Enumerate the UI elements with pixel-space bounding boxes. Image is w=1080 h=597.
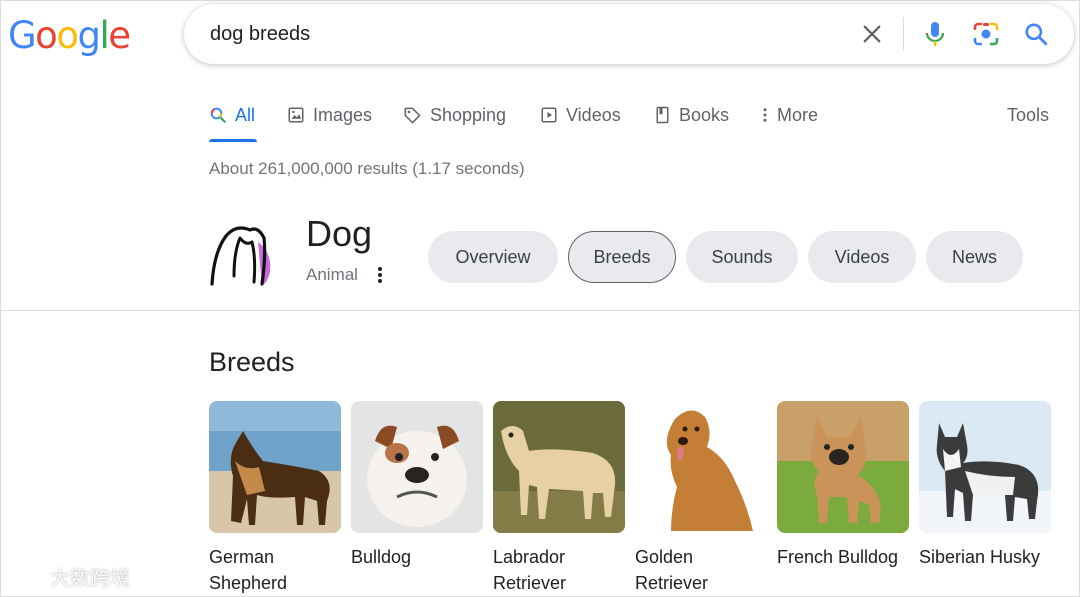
tab-more[interactable]: More <box>761 100 818 130</box>
german-shepherd-image <box>209 401 341 533</box>
breed-card-siberian-husky[interactable]: Siberian Husky <box>919 401 1051 570</box>
watermark-logo-icon <box>9 566 48 587</box>
chip-news[interactable]: News <box>926 231 1023 283</box>
chip-breeds[interactable]: Breeds <box>568 231 676 283</box>
tab-videos[interactable]: Videos <box>540 100 621 130</box>
chip-overview[interactable]: Overview <box>428 231 558 283</box>
breed-card-labrador-retriever[interactable]: Labrador Retriever <box>493 401 625 596</box>
logo-letter: l <box>99 14 109 57</box>
watermark: 大数跨境 <box>8 562 130 591</box>
search-icon[interactable] <box>1022 20 1050 48</box>
breed-name-line1: Golden <box>635 547 694 567</box>
tools-button[interactable]: Tools <box>1007 100 1049 130</box>
tab-label: Images <box>313 104 373 125</box>
logo-letter: o <box>56 14 79 57</box>
camera-icon[interactable] <box>972 20 1000 48</box>
tab-images[interactable]: Images <box>287 100 372 130</box>
french-bulldog-image <box>777 401 909 533</box>
breed-card-german-shepherd[interactable]: German Shepherd <box>209 401 341 596</box>
search-input[interactable]: dog breeds <box>210 23 310 46</box>
breed-name-line2: Shepherd <box>209 573 288 593</box>
dog-sketch-icon[interactable] <box>206 222 276 288</box>
search-tabs: All Images Shopping Videos Books More To… <box>209 100 1069 144</box>
breed-name-line1: Siberian Husky <box>919 547 1041 567</box>
more-options-icon[interactable] <box>372 263 388 287</box>
image-icon <box>288 107 304 123</box>
breed-card-french-bulldog[interactable]: French Bulldog <box>777 401 909 570</box>
breed-name-line1: German <box>209 547 275 567</box>
breeds-heading: Breeds <box>209 347 295 377</box>
breed-card-bulldog[interactable]: Bulldog <box>351 401 483 570</box>
play-icon <box>541 107 557 123</box>
siberian-husky-image <box>919 401 1051 533</box>
breed-name: Golden Retriever <box>635 544 767 596</box>
tab-books[interactable]: Books <box>654 100 729 130</box>
more-vert-icon <box>763 108 767 122</box>
breed-name-line1: French Bulldog <box>777 547 899 567</box>
breed-name: Labrador Retriever <box>493 544 625 596</box>
tab-label: Videos <box>566 104 621 125</box>
breed-name-line1: Bulldog <box>351 547 412 567</box>
active-tab-indicator <box>209 139 257 142</box>
breed-card-golden-retriever[interactable]: Golden Retriever <box>635 401 767 596</box>
logo-letter: o <box>35 14 58 57</box>
book-icon <box>656 106 669 124</box>
breed-name-line2: Retriever <box>635 573 709 593</box>
labrador-image <box>493 401 625 533</box>
logo-letter: G <box>8 14 37 57</box>
tab-all[interactable]: All <box>209 100 255 130</box>
section-divider <box>0 310 1080 311</box>
close-icon[interactable] <box>858 20 886 48</box>
breed-name-line2: Retriever <box>493 573 567 593</box>
search-icon <box>210 107 226 123</box>
search-divider <box>903 17 904 51</box>
breed-name-line1: Labrador <box>493 547 566 567</box>
tab-label: More <box>777 104 819 125</box>
logo-letter: g <box>77 14 101 57</box>
entity-subtitle: Animal <box>306 265 358 284</box>
golden-retriever-image <box>635 401 767 533</box>
tab-shopping[interactable]: Shopping <box>403 100 506 130</box>
breed-name: Siberian Husky <box>919 544 1051 570</box>
search-bar[interactable]: dog breeds <box>184 4 1074 64</box>
logo-letter: e <box>108 14 131 57</box>
google-logo[interactable]: Google <box>8 14 131 57</box>
chip-videos[interactable]: Videos <box>808 231 916 283</box>
breed-name: Bulldog <box>351 544 483 570</box>
tab-label: Books <box>679 104 730 125</box>
result-stats: About 261,000,000 results (1.17 seconds) <box>209 159 525 178</box>
mic-icon[interactable] <box>921 20 949 48</box>
watermark-text: 大数跨境 <box>50 566 130 590</box>
tag-icon <box>404 107 421 123</box>
breed-name: German Shepherd <box>209 544 341 596</box>
breed-name: French Bulldog <box>777 544 909 570</box>
bulldog-image <box>351 401 483 533</box>
chip-sounds[interactable]: Sounds <box>686 231 798 283</box>
tab-label: All <box>235 104 256 125</box>
tab-label: Shopping <box>430 104 507 125</box>
entity-title: Dog <box>306 213 373 254</box>
